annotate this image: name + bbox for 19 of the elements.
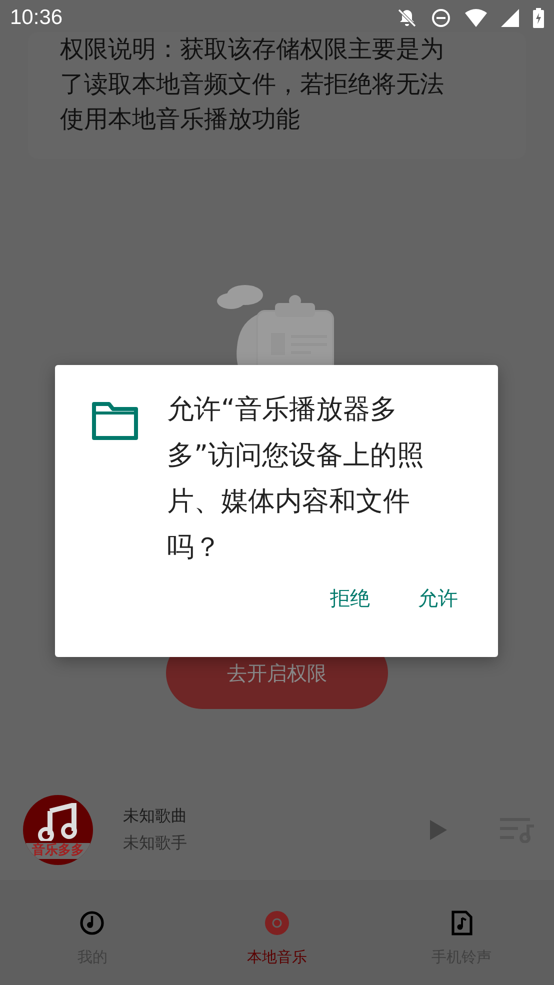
music-clock-icon (79, 910, 106, 936)
do-not-disturb-icon (431, 8, 451, 28)
nav-tab[interactable]: 本地音乐 (184, 880, 370, 985)
dialog-button[interactable]: 拒绝 (320, 579, 380, 618)
play-icon[interactable] (428, 819, 448, 841)
folder-icon (91, 402, 139, 440)
dialog-message: 允许“音乐播放器多多”访问您设备上的照片、媒体内容和文件吗？ (167, 393, 425, 565)
logo-text: 音乐多多 (26, 843, 90, 859)
signal-icon (501, 9, 519, 27)
dialog-button[interactable]: 允许 (408, 579, 468, 618)
disc-icon (264, 910, 290, 936)
song-title: 未知歌曲 (123, 806, 188, 827)
permission-note: 权限说明：获取该存储权限主要是为了读取本地音频文件，若拒绝将无法使用本地音乐播放功能 (60, 34, 445, 135)
battery-icon (533, 8, 544, 28)
music-note-icon (38, 803, 78, 841)
wifi-icon (465, 9, 487, 27)
bell-off-icon (397, 8, 417, 28)
music-file-icon (450, 910, 473, 936)
clock-time: 10:36 (10, 6, 63, 30)
